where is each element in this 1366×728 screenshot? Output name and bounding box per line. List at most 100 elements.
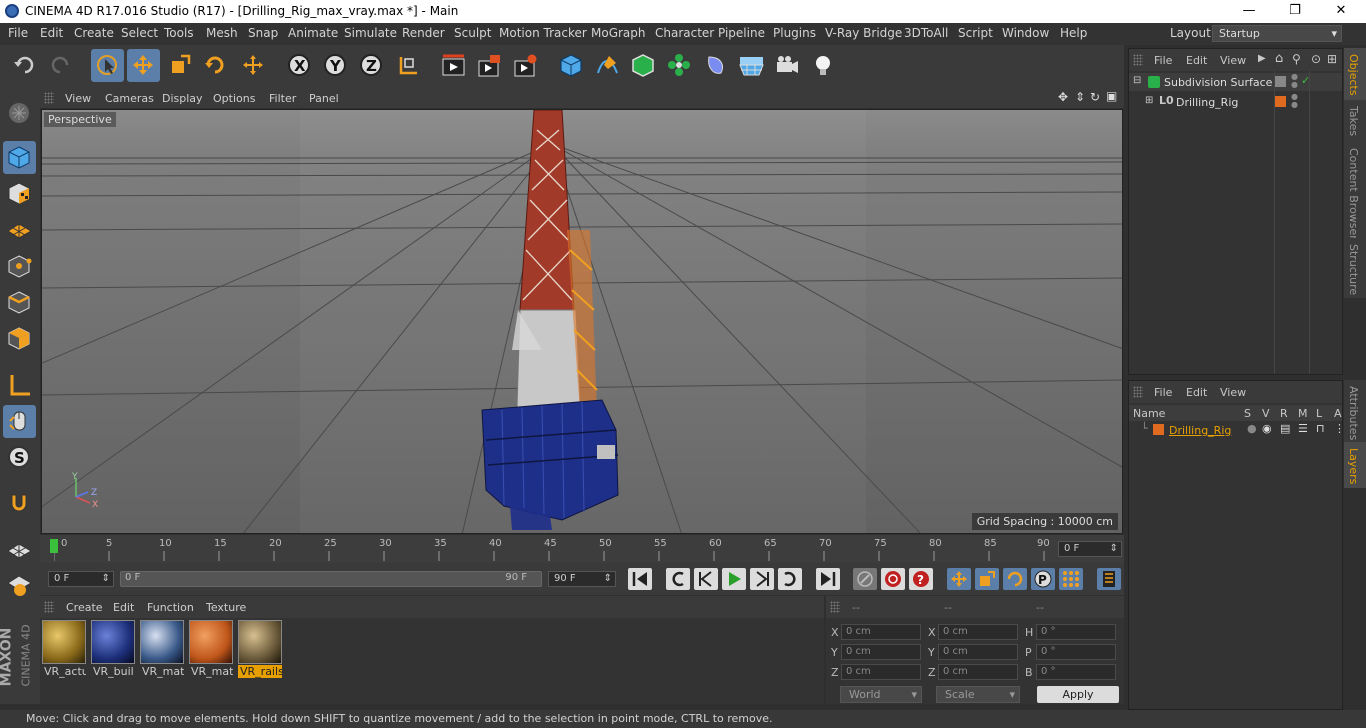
viewport-dolly-icon[interactable]: ⇕ [1075, 90, 1085, 104]
home-icon[interactable]: ⌂ [1275, 51, 1283, 66]
viewport-solo-button[interactable] [3, 569, 36, 602]
expand-icon[interactable]: ⊞ [1145, 95, 1153, 106]
workplane-mode-button[interactable] [3, 213, 36, 246]
tab-objects[interactable]: Objects [1344, 48, 1366, 100]
expand-icon[interactable]: ⊟ [1133, 75, 1141, 86]
next-frame-button[interactable] [750, 568, 774, 590]
menu-create[interactable]: Create [74, 26, 114, 40]
tab-structure[interactable]: Structure [1344, 238, 1366, 298]
menu-select[interactable]: Select [121, 26, 158, 40]
menu-mesh[interactable]: Mesh [206, 26, 238, 40]
visibility-dots-icon[interactable]: ● ● [1291, 93, 1298, 109]
menu-plugins[interactable]: Plugins [773, 26, 816, 40]
go-to-end-button[interactable] [816, 568, 840, 590]
viewport-menu-filter[interactable]: Filter [269, 92, 296, 105]
menu-help[interactable]: Help [1060, 26, 1087, 40]
menu-pipeline[interactable]: Pipeline [718, 26, 765, 40]
coordinate-space-dropdown[interactable]: World ▾ [840, 686, 922, 703]
menu-window[interactable]: Window [1002, 26, 1049, 40]
edges-mode-button[interactable] [3, 286, 36, 319]
layer-menu-view[interactable]: View [1220, 386, 1246, 399]
y-axis-lock-button[interactable]: Y [319, 49, 352, 82]
layer-color-icon[interactable] [1275, 96, 1286, 107]
model-mode-button[interactable] [3, 141, 36, 174]
minimize-button[interactable]: — [1226, 0, 1272, 23]
pos-y-field[interactable]: 0 cm [841, 644, 921, 660]
lock-icon[interactable]: ⊓ [1316, 422, 1325, 435]
record-position-button[interactable] [853, 568, 877, 590]
menu-script[interactable]: Script [958, 26, 993, 40]
viewport-rotate-icon[interactable]: ↻ [1090, 90, 1100, 104]
manager-icon[interactable]: ☰ [1298, 422, 1308, 435]
x-axis-lock-button[interactable]: X [283, 49, 316, 82]
new-window-icon[interactable]: ⊞ [1327, 52, 1337, 66]
material-swatch[interactable]: VR_buil [91, 620, 135, 678]
layer-col-locked[interactable]: L [1316, 407, 1322, 420]
material-swatch[interactable]: VR_actu [42, 620, 86, 678]
snap-button[interactable]: S [3, 441, 36, 474]
menu-vray-bridge[interactable]: V-Ray Bridge [825, 26, 902, 40]
size-mode-dropdown[interactable]: Scale ▾ [936, 686, 1020, 703]
viewport-maximize-icon[interactable]: ▣ [1106, 89, 1117, 103]
go-to-start-button[interactable] [628, 568, 652, 590]
start-frame-field[interactable]: 0 F ⇕ [48, 571, 114, 587]
deformer-button[interactable] [699, 49, 732, 82]
pos-z-field[interactable]: 0 cm [841, 664, 921, 680]
record-active-objects-button[interactable] [881, 568, 905, 590]
object-menu-file[interactable]: File [1154, 54, 1172, 67]
recent-tools-button[interactable] [237, 49, 270, 82]
coordinate-system-button[interactable] [391, 49, 424, 82]
rot-h-field[interactable]: 0 ° [1036, 624, 1116, 640]
timeline-ruler[interactable]: 0 5 10 15 20 25 30 35 40 45 50 55 60 65 … [40, 535, 1124, 563]
menu-character[interactable]: Character [655, 26, 714, 40]
layer-col-render[interactable]: R [1280, 407, 1288, 420]
layer-color-icon[interactable] [1153, 424, 1164, 435]
key-position-button[interactable] [947, 568, 971, 590]
eye-icon[interactable]: ◉ [1262, 422, 1272, 435]
undo-button[interactable] [8, 49, 41, 82]
key-rotation-button[interactable] [1003, 568, 1027, 590]
viewport-menu-view[interactable]: View [65, 92, 91, 105]
layer-menu-edit[interactable]: Edit [1186, 386, 1207, 399]
material-menu-edit[interactable]: Edit [113, 601, 134, 614]
layout-dropdown[interactable]: Startup ▾ [1212, 25, 1342, 42]
rot-b-field[interactable]: 0 ° [1036, 664, 1116, 680]
key-parameter-button[interactable]: P [1031, 568, 1055, 590]
live-selection-button[interactable] [91, 49, 124, 82]
scale-tool-button[interactable] [163, 49, 196, 82]
camera-button[interactable] [771, 49, 804, 82]
object-menu-view[interactable]: View [1220, 54, 1246, 67]
cube-object-button[interactable] [555, 49, 588, 82]
menu-motion-tracker[interactable]: Motion Tracker [499, 26, 587, 40]
key-point-level-button[interactable] [1059, 568, 1083, 590]
viewport-menu-panel[interactable]: Panel [309, 92, 339, 105]
menu-sculpt[interactable]: Sculpt [454, 26, 491, 40]
texture-mode-button[interactable] [3, 177, 36, 210]
tab-content-browser[interactable]: Content Browser [1344, 142, 1366, 240]
size-x-field[interactable]: 0 cm [938, 624, 1018, 640]
magnet-tool-button[interactable] [3, 487, 36, 520]
search-icon[interactable]: ⚲ [1292, 52, 1301, 66]
tab-attributes[interactable]: Attributes [1344, 380, 1366, 442]
size-z-field[interactable]: 0 cm [938, 664, 1018, 680]
polygons-mode-button[interactable] [3, 322, 36, 355]
previous-keyframe-button[interactable] [666, 568, 690, 590]
layer-row[interactable]: └ Drilling_Rig ● ◉ ▤ ☰ ⊓ ⋮ [1129, 422, 1345, 438]
points-mode-button[interactable] [3, 250, 36, 283]
material-swatch[interactable]: VR_rails [238, 620, 282, 678]
perspective-viewport[interactable]: Y Z X Perspective Grid Spacing : 10000 c… [41, 109, 1123, 534]
next-keyframe-button[interactable] [778, 568, 802, 590]
menu-animate[interactable]: Animate [288, 26, 338, 40]
previous-frame-button[interactable] [694, 568, 718, 590]
material-swatch[interactable]: VR_mat_ [189, 620, 233, 678]
layer-swatch-icon[interactable] [1275, 76, 1286, 87]
menu-snap[interactable]: Snap [248, 26, 278, 40]
material-menu-create[interactable]: Create [66, 601, 103, 614]
menu-file[interactable]: File [8, 26, 28, 40]
material-swatch[interactable]: VR_mat_ [140, 620, 184, 678]
menu-mograph[interactable]: MoGraph [591, 26, 646, 40]
menu-edit[interactable]: Edit [40, 26, 63, 40]
cloner-button[interactable] [663, 49, 696, 82]
make-editable-button[interactable] [3, 97, 36, 130]
menu-render[interactable]: Render [402, 26, 445, 40]
